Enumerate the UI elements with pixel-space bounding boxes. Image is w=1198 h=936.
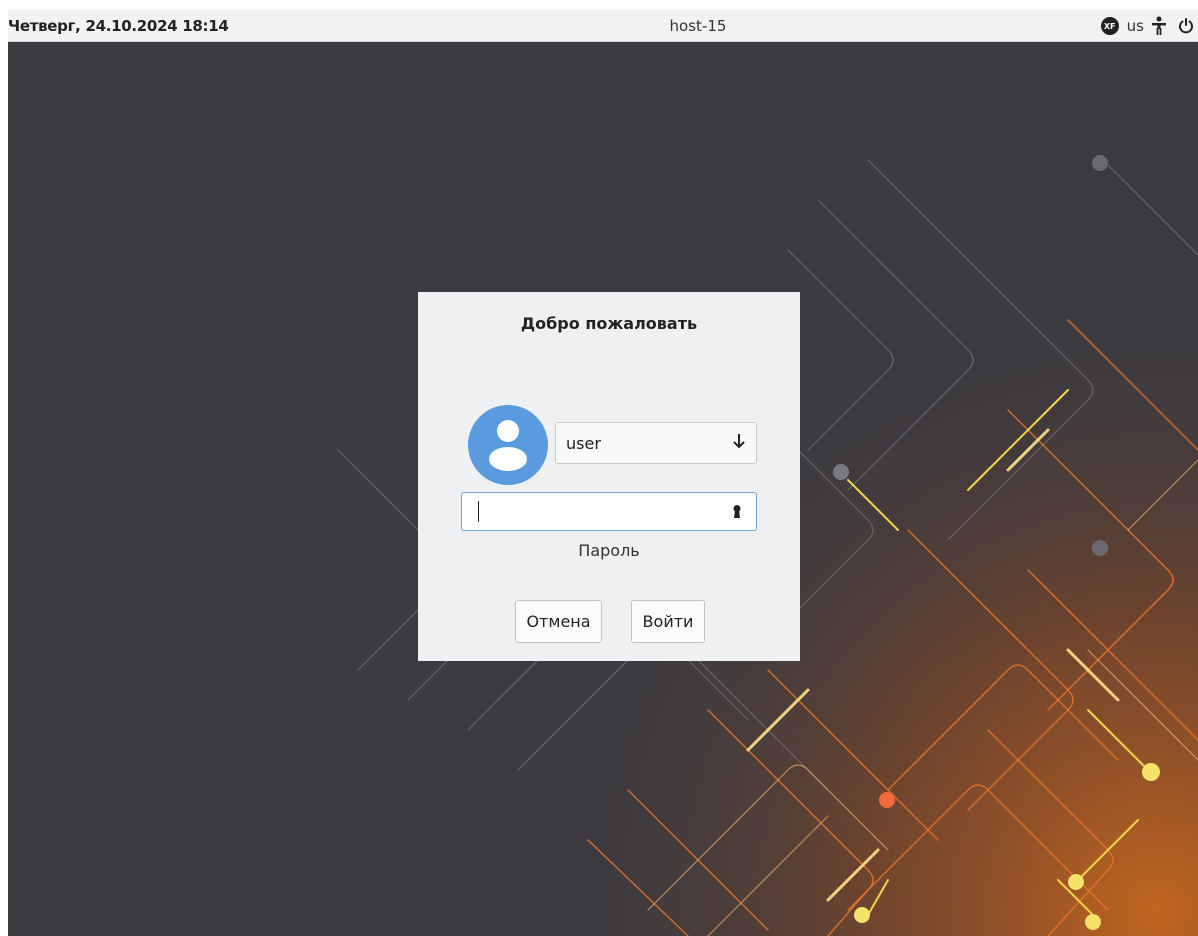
cancel-button[interactable]: Отмена	[515, 600, 602, 643]
date-time: Четверг, 24.10.2024 18:14	[8, 17, 229, 35]
power-icon[interactable]	[1174, 17, 1198, 35]
dialog-title: Добро пожаловать	[520, 314, 698, 333]
arrow-down-icon	[732, 433, 746, 453]
password-label: Пароль	[578, 541, 640, 560]
hostname: host-15	[669, 17, 727, 35]
keyhole-icon	[732, 504, 742, 524]
user-select[interactable]: user	[555, 422, 757, 464]
keyboard-indicator-icon[interactable]: XF	[1100, 17, 1119, 35]
login-dialog: Добро пожаловать user Пароль Отмена Войт…	[418, 292, 800, 661]
accessibility-icon[interactable]	[1152, 16, 1166, 36]
login-screen: Четверг, 24.10.2024 18:14 host-15 XF us	[8, 10, 1198, 936]
user-avatar-icon	[489, 420, 527, 471]
user-avatar	[468, 405, 548, 485]
password-input[interactable]	[461, 492, 757, 531]
system-tray: XF us	[1093, 14, 1198, 38]
text-cursor	[478, 501, 479, 522]
keyboard-layout[interactable]: us	[1127, 17, 1144, 35]
user-select-value: user	[566, 433, 601, 453]
top-panel: Четверг, 24.10.2024 18:14 host-15 XF us	[8, 10, 1198, 42]
login-button[interactable]: Войти	[631, 600, 705, 643]
